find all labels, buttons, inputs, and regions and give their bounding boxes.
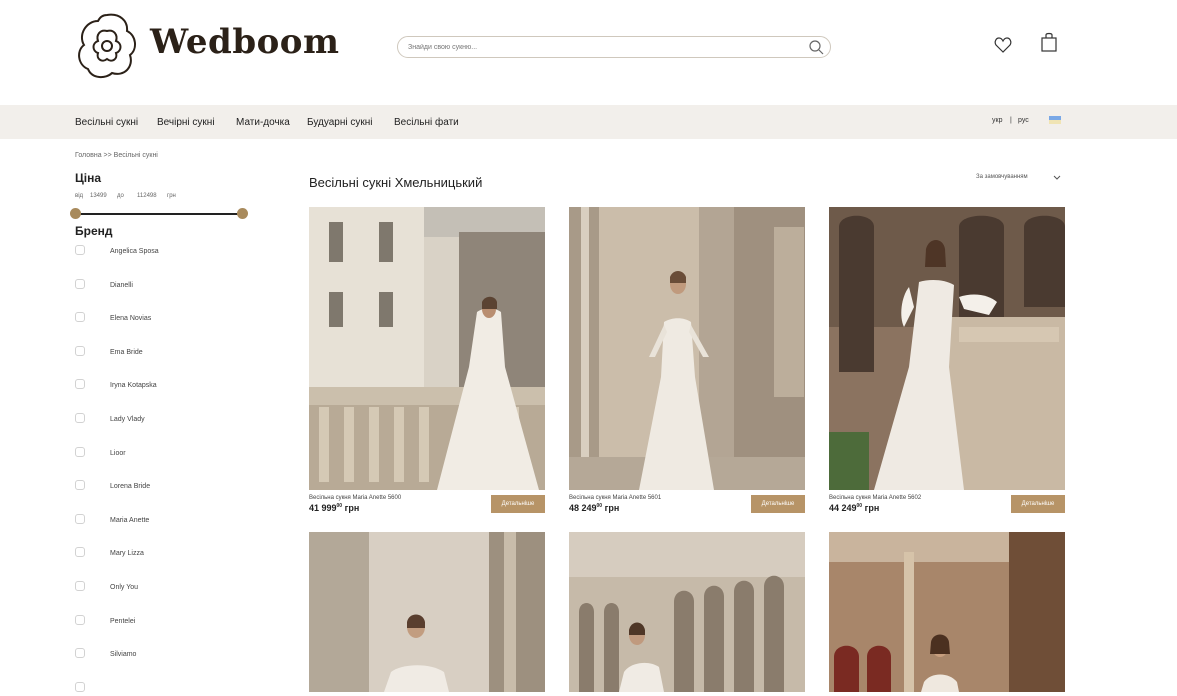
brand-filter-item[interactable]: Mary Lizza: [75, 547, 275, 561]
search-input[interactable]: [408, 40, 788, 54]
product-title[interactable]: Весільна сукня Maria Anette 5601: [569, 495, 661, 501]
site-header: Wedboom: [0, 0, 1177, 105]
details-button[interactable]: Детальніше: [1011, 495, 1065, 513]
brand-checkbox[interactable]: [75, 480, 85, 491]
brand-label: Iryna Kotapska: [110, 382, 157, 390]
sort-select[interactable]: За замовчуванням: [972, 169, 1064, 187]
brand-filter-item[interactable]: Only You: [75, 581, 275, 595]
brand-label: Only You: [110, 584, 139, 591]
brand-filter-item[interactable]: Lady Vlady: [75, 413, 275, 427]
product-title[interactable]: Весільна сукня Maria Anette 5602: [829, 495, 921, 501]
brand-checkbox[interactable]: [75, 648, 85, 659]
brand-checkbox[interactable]: [75, 413, 85, 423]
nav-item-mother-daughter[interactable]: Мати-дочка: [236, 117, 290, 128]
brand-label: Pentelei: [110, 617, 136, 625]
nav-item-wedding-dresses[interactable]: Весільні сукні: [75, 117, 138, 128]
heart-icon[interactable]: [994, 36, 1012, 54]
price-from-label: від: [75, 193, 84, 199]
chevron-down-icon: [1053, 175, 1061, 180]
lang-rus[interactable]: рус: [1018, 117, 1029, 124]
price-currency: грн: [167, 193, 176, 199]
price-to-value[interactable]: 112498: [137, 193, 157, 199]
brand-filter-item[interactable]: Silviamo: [75, 648, 275, 662]
brand-checkbox[interactable]: [75, 446, 85, 457]
brand-label: Mary Lizza: [110, 550, 144, 558]
brand-checkbox[interactable]: [75, 513, 85, 524]
price-filter-title: Ціна: [75, 171, 102, 185]
product-title[interactable]: Весільна сукня Maria Anette 5600: [309, 495, 401, 501]
brand-filter-title: Бренд: [75, 224, 113, 238]
details-button[interactable]: Детальніше: [491, 495, 545, 513]
brand-filter-item[interactable]: Elena Novias: [75, 312, 275, 326]
price-slider-min-handle[interactable]: [69, 208, 81, 219]
brand-label: Lioor: [110, 449, 126, 457]
search-box: [397, 36, 831, 58]
brand-checkbox[interactable]: [75, 681, 85, 692]
brand-filter-item[interactable]: Maria Anette: [75, 513, 275, 528]
brand-wordmark[interactable]: Wedboom: [150, 22, 339, 62]
brand-checkbox[interactable]: [75, 379, 85, 390]
details-button[interactable]: Детальніше: [751, 495, 805, 513]
brand-checkbox[interactable]: [75, 547, 85, 558]
brand-checkbox[interactable]: [75, 345, 85, 356]
brand-checkbox[interactable]: [75, 581, 85, 591]
sort-label: За замовчуванням: [976, 174, 1028, 180]
price-slider-max-handle[interactable]: [236, 208, 248, 219]
nav-item-wedding-veils[interactable]: Весільні фати: [394, 117, 459, 128]
product-image[interactable]: [829, 532, 1065, 692]
brand-filter-item[interactable]: Dianelli: [75, 278, 275, 293]
brand-checkbox[interactable]: [75, 312, 85, 323]
brand-filter-item[interactable]: Iryna Kotapska: [75, 379, 275, 393]
brand-label: Silviamo: [110, 651, 137, 659]
price-slider-track[interactable]: [75, 213, 242, 215]
price-from-value[interactable]: 13499: [90, 193, 107, 199]
product-image[interactable]: [309, 207, 545, 490]
price-to-label: до: [117, 193, 124, 199]
brand-checkbox[interactable]: [75, 245, 85, 255]
product-price: 44 24900 грн: [829, 503, 880, 513]
breadcrumb[interactable]: Головна >> Весільні сукні: [75, 152, 158, 159]
lang-ukr[interactable]: укр: [992, 117, 1002, 124]
brand-filter-item[interactable]: Angelica Sposa: [75, 245, 275, 259]
brand-label: Dianelli: [110, 281, 133, 289]
brand-label: Elena Novias: [110, 315, 152, 323]
flag-icon: [1049, 116, 1061, 124]
brand-filter-item[interactable]: Lioor: [75, 446, 275, 461]
brand-label: Angelica Sposa: [110, 248, 159, 255]
product-price: 48 24900 грн: [569, 503, 620, 513]
brand-filter-item[interactable]: Lorena Bride: [75, 480, 275, 494]
cart-icon[interactable]: [1040, 31, 1058, 53]
search-icon[interactable]: [808, 39, 824, 55]
brand-label: Ema Bride: [110, 348, 143, 356]
logo-icon[interactable]: [76, 11, 138, 81]
nav-item-evening-dresses[interactable]: Вечірні сукні: [157, 117, 215, 128]
brand-label: Lorena Bride: [110, 483, 151, 491]
brand-filter-item[interactable]: Ema Bride: [75, 345, 275, 360]
lang-separator: |: [1010, 117, 1012, 124]
product-image[interactable]: [309, 532, 545, 692]
product-image[interactable]: [569, 532, 805, 692]
page-title: Весільні сукні Хмельницький: [309, 175, 483, 190]
brand-checkbox[interactable]: [75, 278, 85, 289]
brand-label: Lady Vlady: [110, 416, 145, 423]
nav-item-boudoir-dresses[interactable]: Будуарні сукні: [307, 117, 373, 128]
product-price: 41 99900 грн: [309, 503, 360, 513]
main-navigation: Весільні сукні Вечірні сукні Мати-дочка …: [0, 105, 1177, 139]
product-image[interactable]: [569, 207, 805, 490]
brand-label: Maria Anette: [110, 516, 150, 524]
brand-checkbox[interactable]: [75, 614, 85, 625]
brand-filter-item[interactable]: Pentelei: [75, 614, 275, 629]
brand-filter-item[interactable]: [75, 681, 275, 696]
product-image[interactable]: [829, 207, 1065, 490]
